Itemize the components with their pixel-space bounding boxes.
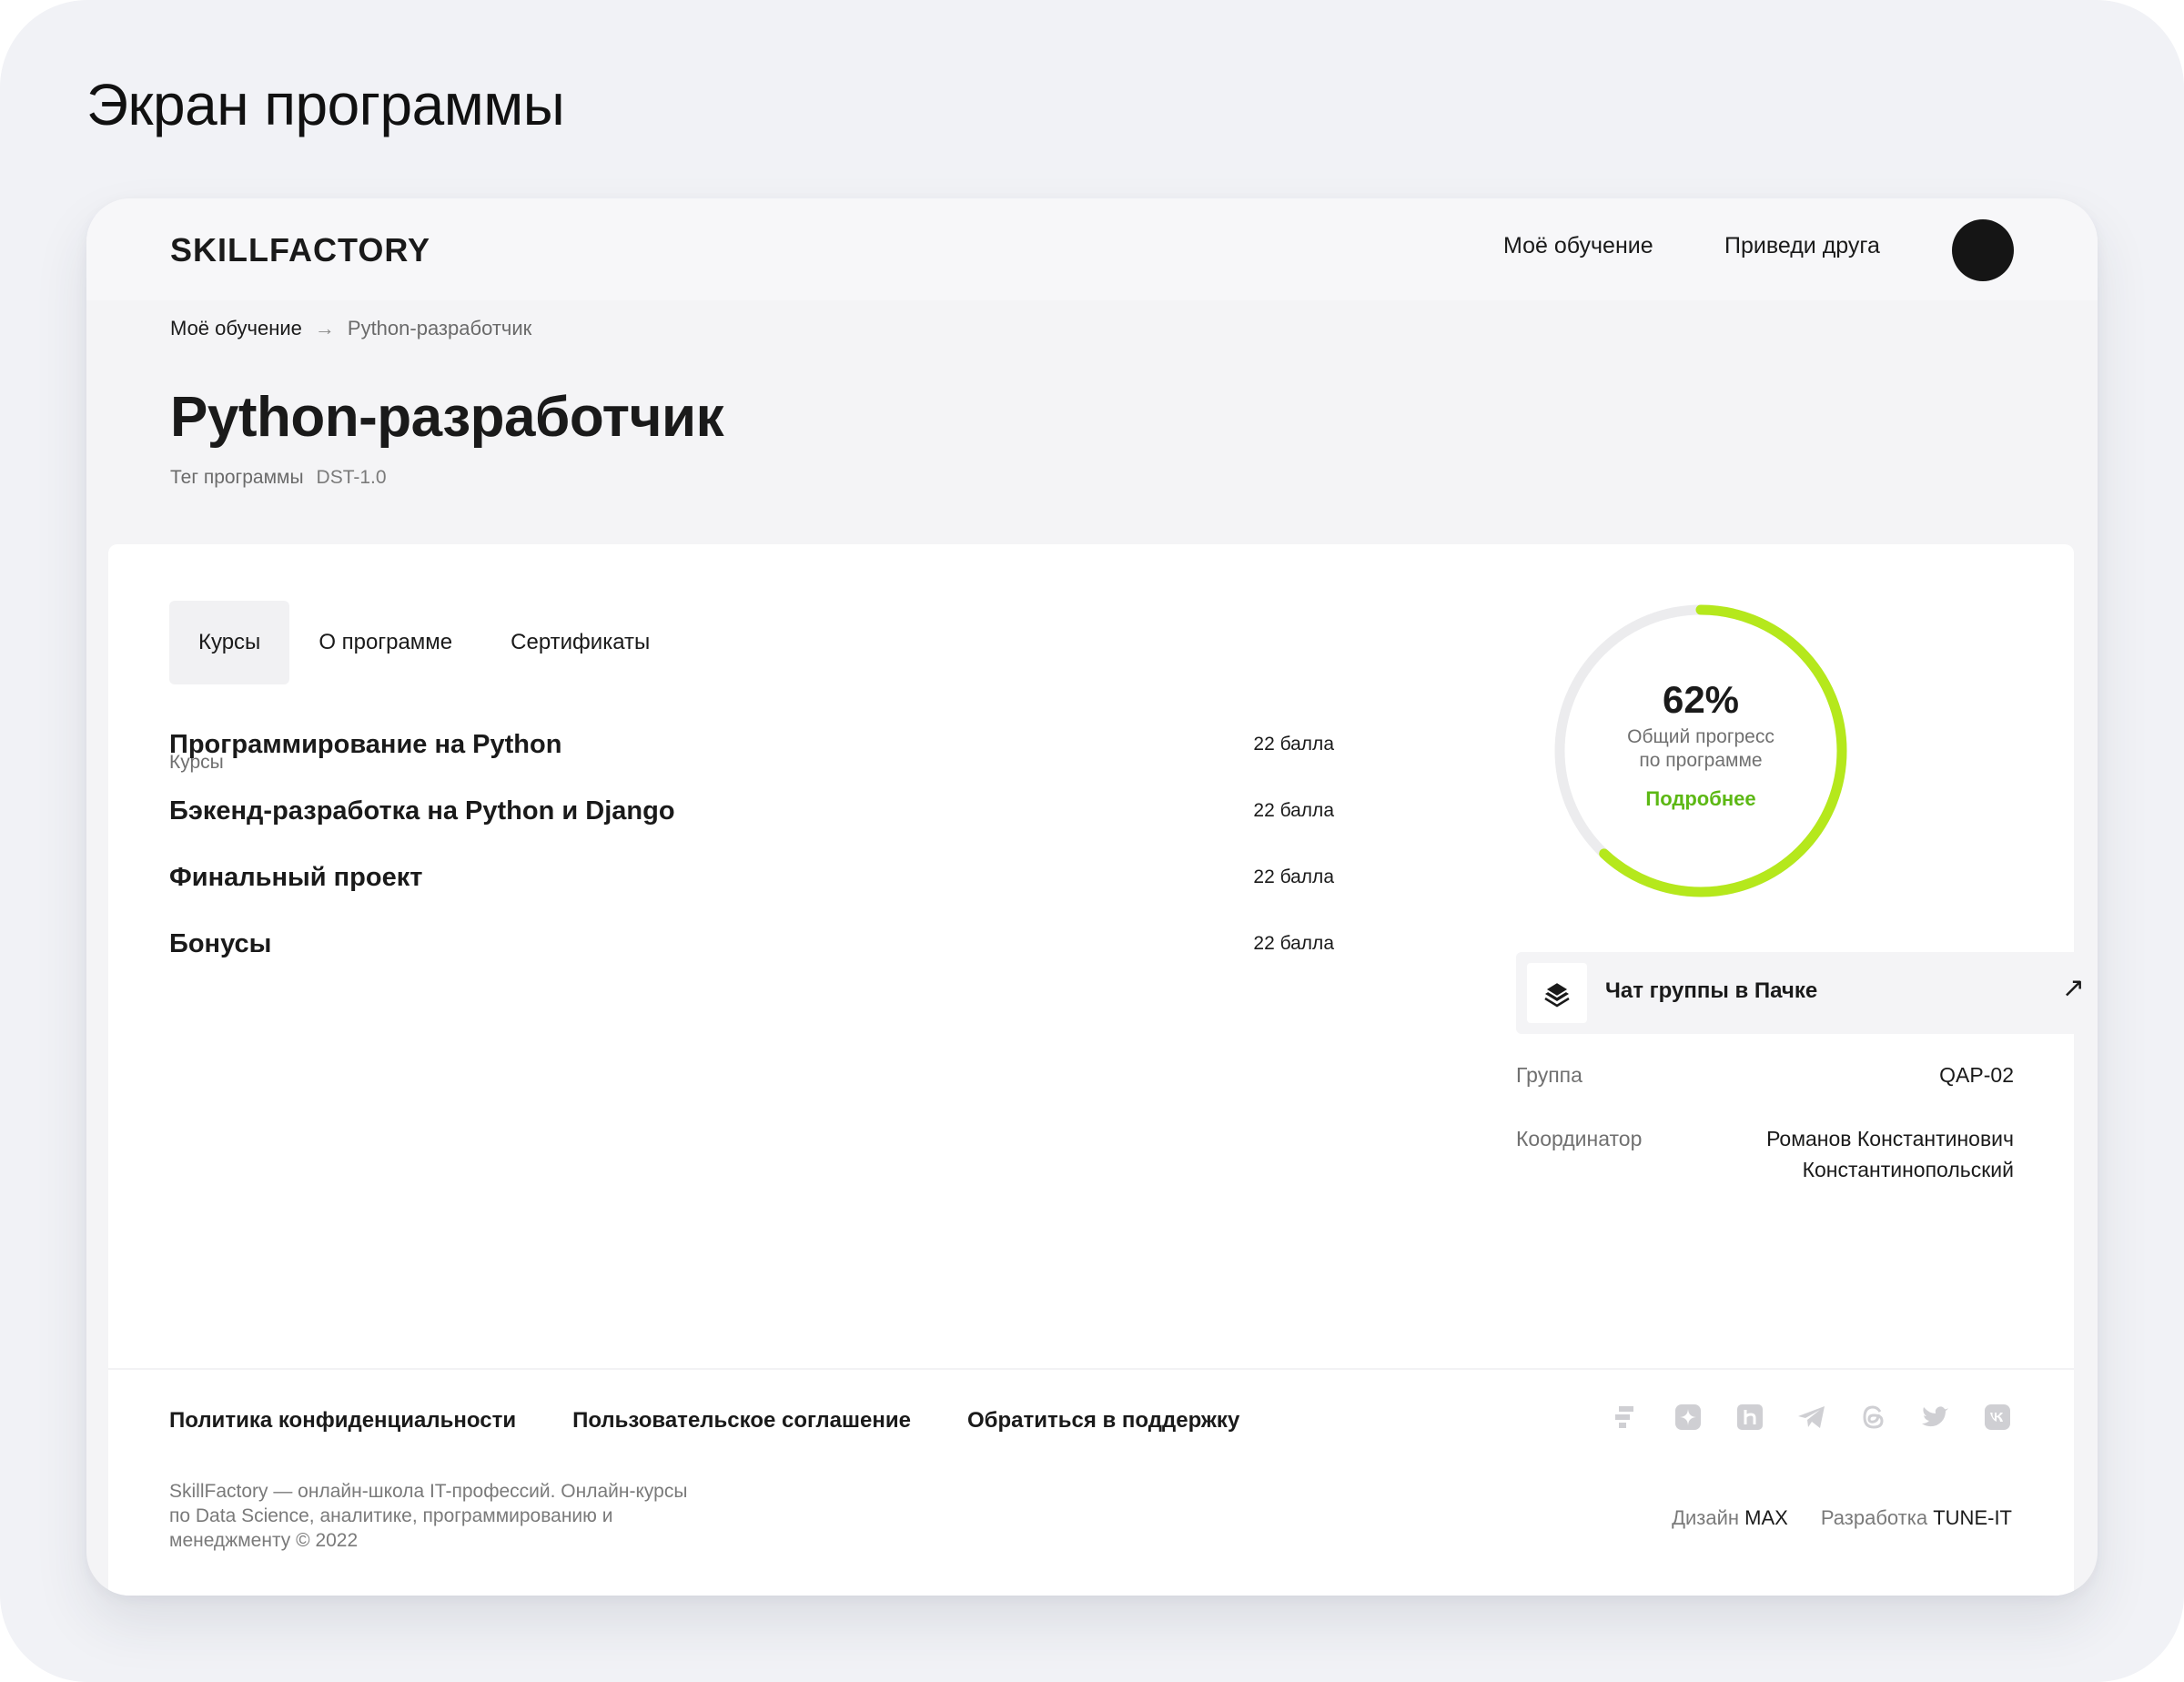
course-name: Бонусы	[169, 928, 272, 958]
progress-details-link[interactable]: Подробнее	[1645, 787, 1755, 811]
course-row[interactable]: Программирование на Python 22 балла	[169, 717, 1334, 772]
course-score: 22 балла	[1253, 866, 1334, 887]
dev-credit-label: Разработка	[1820, 1506, 1928, 1529]
breadcrumb-my-learning[interactable]: Моё обучение	[170, 317, 302, 340]
progress-caption-line: по программе	[1639, 750, 1763, 771]
coordinator-label: Координатор	[1516, 1127, 1643, 1150]
progress-caption-line: Общий прогресс	[1627, 726, 1774, 747]
yandex-zen-icon[interactable]	[1673, 1403, 1703, 1432]
external-arrow-icon: ↗	[2061, 973, 2085, 1003]
skillfactory-icon[interactable]	[1612, 1403, 1641, 1432]
social-links	[1612, 1403, 2012, 1432]
design-credit-name: MAX	[1744, 1506, 1788, 1529]
telegram-icon[interactable]	[1797, 1403, 1826, 1432]
program-tag: Тег программы DST-1.0	[170, 467, 387, 489]
progress-content: 62% Общий прогресс по программе Подробне…	[1551, 601, 1851, 901]
progress-ring: 62% Общий прогресс по программе Подробне…	[1551, 601, 1851, 901]
credits: Дизайн MAX Разработка TUNE-IT	[1672, 1506, 2012, 1530]
footer-description-line: SkillFactory — онлайн-школа IT-профессий…	[169, 1481, 688, 1502]
screen-title: Экран программы	[86, 72, 565, 137]
footer-description: SkillFactory — онлайн-школа IT-профессий…	[169, 1479, 824, 1553]
course-name: Программирование на Python	[169, 729, 562, 759]
screen-frame: Экран программы SKILLFACTORY Моё обучени…	[0, 0, 2184, 1682]
group-chat-button[interactable]: Чат группы в Пачке ↗	[1516, 952, 2098, 1034]
progress-caption: Общий прогресс по программе	[1627, 725, 1774, 773]
footer-links: Политика конфиденциальности Пользователь…	[169, 1408, 1239, 1434]
course-row[interactable]: Бэкенд-разработка на Python и Django 22 …	[169, 784, 1334, 838]
program-tag-label: Тег программы	[170, 467, 304, 488]
coordinator-name-line: Романов Константинович	[1766, 1127, 2014, 1150]
privacy-policy-link[interactable]: Политика конфиденциальности	[169, 1408, 516, 1434]
arrow-right-icon: →	[314, 317, 335, 339]
dev-credit[interactable]: Разработка TUNE-IT	[1821, 1506, 2012, 1530]
breadcrumb: Моё обучение → Python-разработчик	[170, 317, 531, 340]
app-window: SKILLFACTORY Моё обучение Приведи друга …	[86, 198, 2098, 1596]
tab-courses[interactable]: Курсы	[169, 601, 290, 684]
group-label: Группа	[1516, 1063, 1582, 1087]
pachka-logo-icon	[1527, 963, 1587, 1023]
twitter-icon[interactable]	[1921, 1403, 1950, 1432]
progress-percent: 62%	[1662, 678, 1740, 721]
page-title: Python-разработчик	[170, 386, 724, 449]
program-card: Курсы О программе Сертификаты Курсы Прог…	[108, 544, 2098, 1368]
threads-icon[interactable]	[1859, 1403, 1888, 1432]
design-credit[interactable]: Дизайн MAX	[1672, 1506, 1788, 1530]
nav-my-learning[interactable]: Моё обучение	[1503, 233, 1653, 259]
design-credit-label: Дизайн	[1672, 1506, 1740, 1529]
course-score: 22 балла	[1253, 734, 1334, 755]
course-row[interactable]: Финальный проект 22 балла	[169, 850, 1334, 905]
breadcrumb-current: Python-разработчик	[347, 317, 532, 339]
coordinator-value: Романов Константинович Константинопольск…	[1766, 1123, 2014, 1185]
avatar[interactable]	[1952, 219, 2014, 281]
tabs: Курсы О программе Сертификаты	[169, 601, 679, 684]
nav-invite-friend[interactable]: Приведи друга	[1724, 233, 1880, 259]
tab-certificates[interactable]: Сертификаты	[481, 601, 679, 684]
footer-description-line: по Data Science, аналитике, программиров…	[169, 1505, 613, 1526]
habr-icon[interactable]	[1735, 1403, 1764, 1432]
group-value: QAP-02	[1939, 1063, 2014, 1087]
support-link[interactable]: Обратиться в поддержку	[967, 1408, 1239, 1434]
program-tag-value: DST-1.0	[316, 467, 387, 488]
coordinator-name-line: Константинопольский	[1802, 1158, 2014, 1181]
course-name: Бэкенд-разработка на Python и Django	[169, 795, 675, 826]
skillfactory-logo[interactable]: SKILLFACTORY	[170, 231, 430, 269]
course-row[interactable]: Бонусы 22 балла	[169, 917, 1334, 971]
tab-about[interactable]: О программе	[289, 601, 481, 684]
group-chat-label: Чат группы в Пачке	[1605, 978, 1818, 1003]
dev-credit-name: TUNE-IT	[1933, 1506, 2012, 1529]
vk-icon[interactable]	[1983, 1403, 2012, 1432]
footer-description-line: менеджменту © 2022	[169, 1530, 359, 1551]
course-name: Финальный проект	[169, 862, 423, 892]
course-score: 22 балла	[1253, 933, 1334, 954]
course-score: 22 балла	[1253, 800, 1334, 821]
footer: Политика конфиденциальности Пользователь…	[108, 1368, 2074, 1596]
top-navbar: SKILLFACTORY Моё обучение Приведи друга	[86, 198, 2098, 300]
user-agreement-link[interactable]: Пользовательское соглашение	[572, 1408, 911, 1434]
